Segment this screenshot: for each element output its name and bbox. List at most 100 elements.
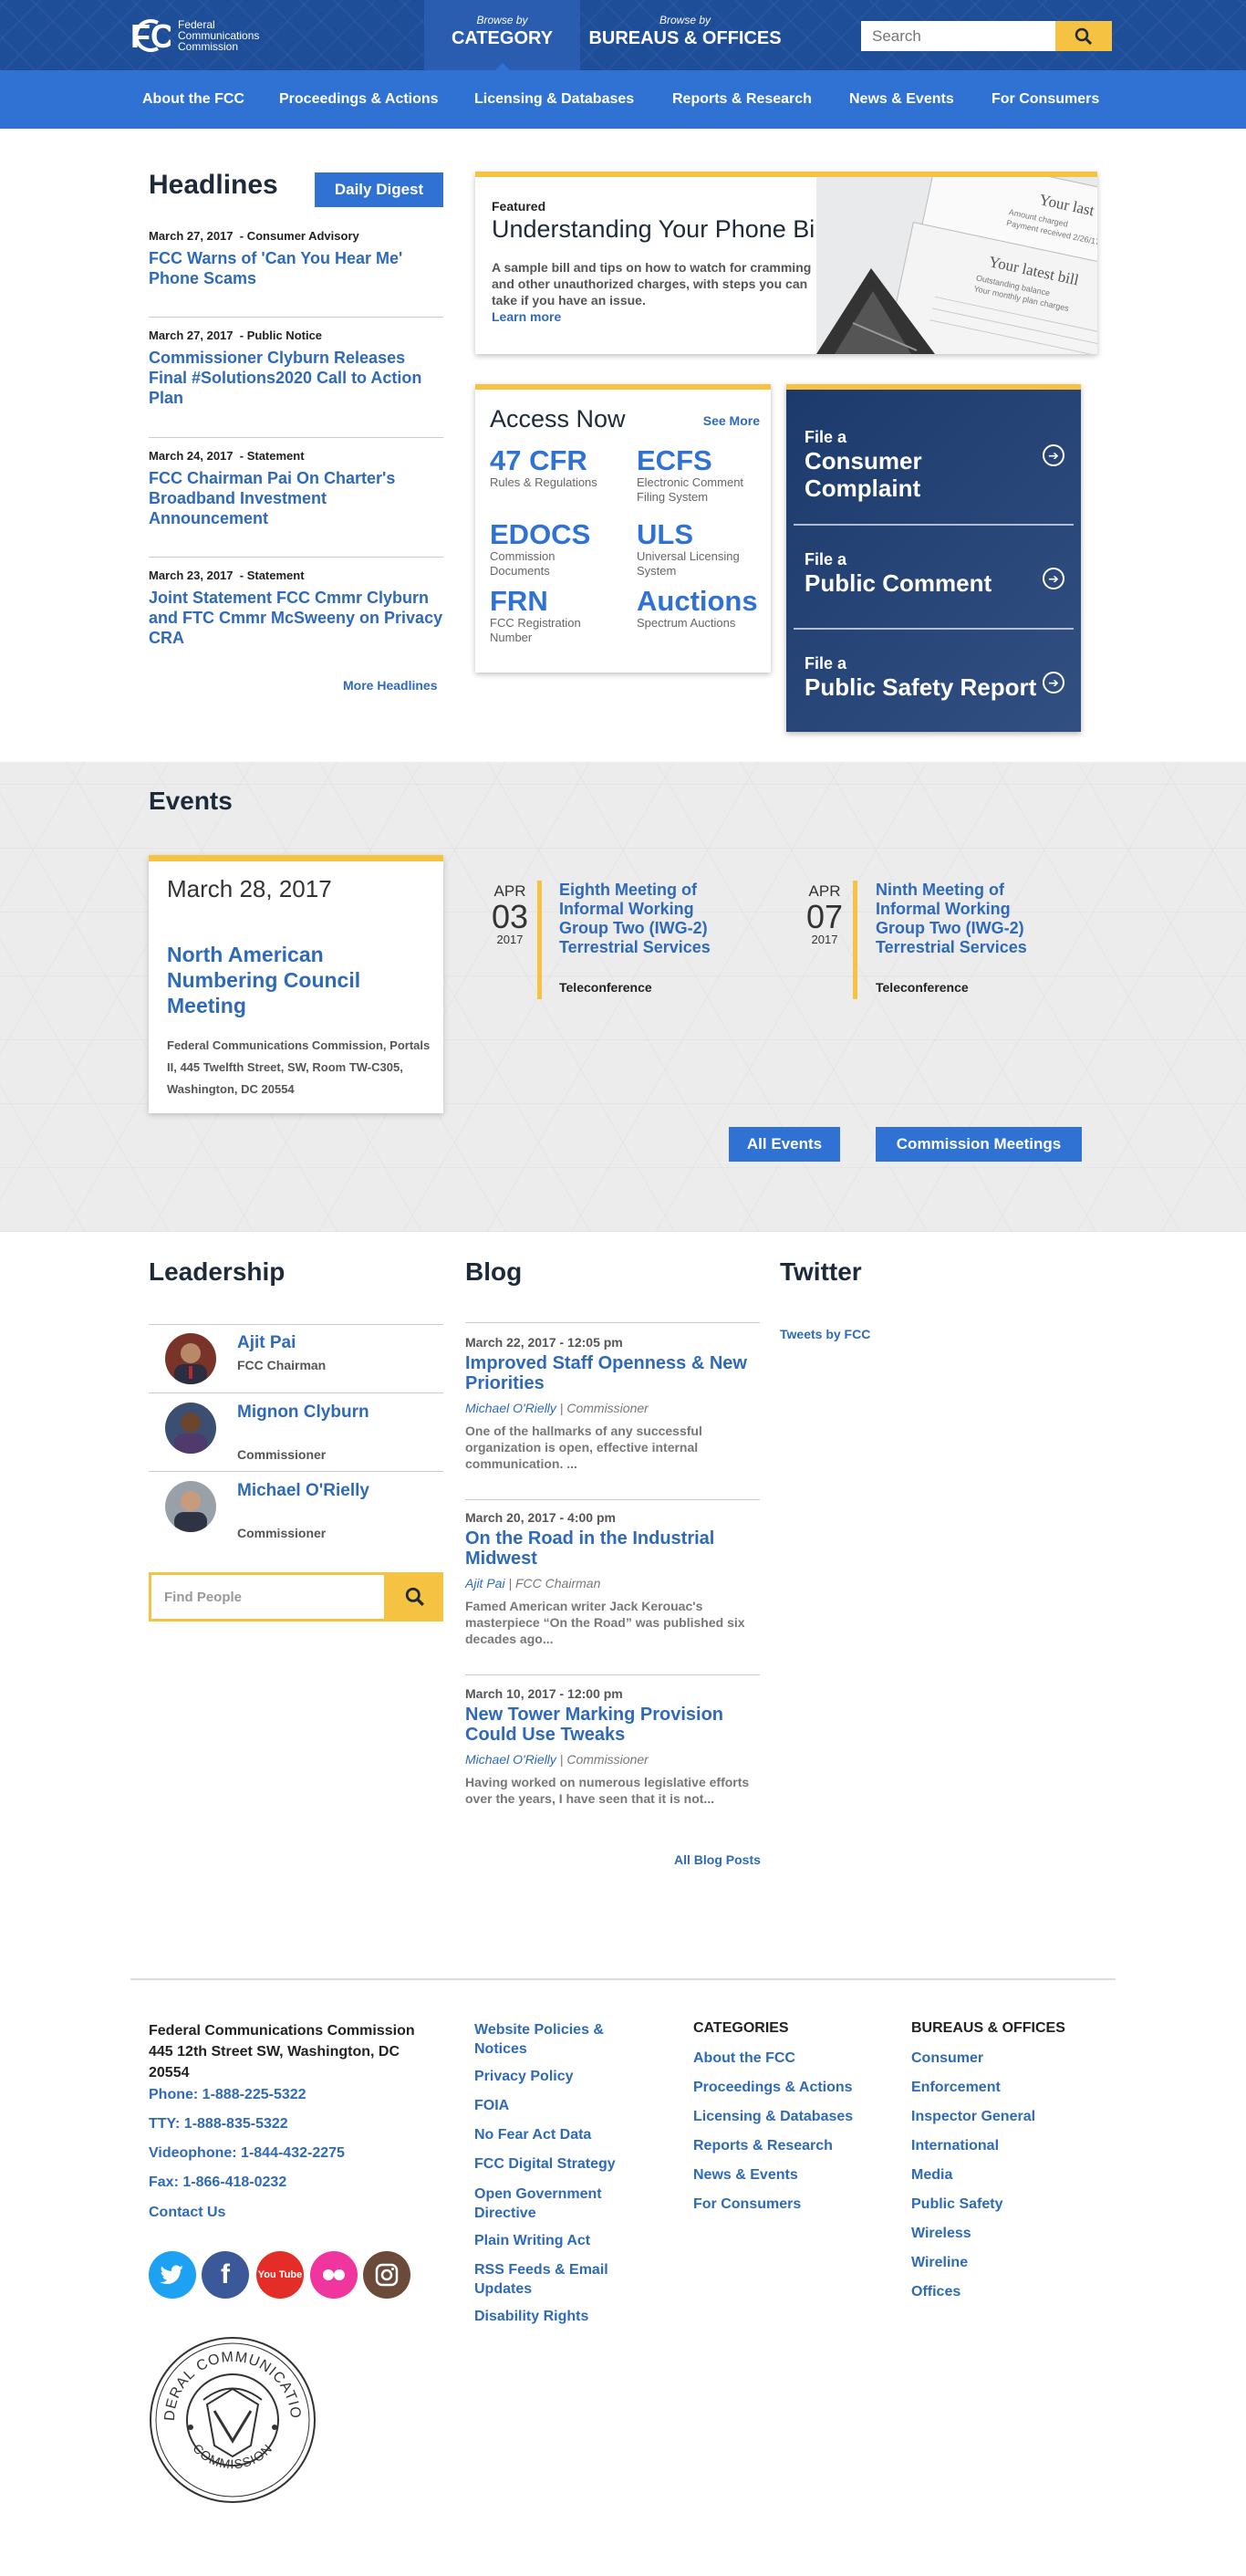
file-consumer-complaint[interactable]: File a Consumer Complaint ➔ — [794, 390, 1074, 517]
blog-post-title[interactable]: Improved Staff Openness & New Priorities — [465, 1353, 760, 1393]
headline-title[interactable]: Joint Statement FCC Cmmr Clyburn and FTC… — [149, 588, 443, 648]
browse-by-bureaus[interactable]: Browse by BUREAUS & OFFICES — [580, 0, 790, 70]
featured-label: Featured — [492, 199, 546, 214]
access-item-frn[interactable]: FRN FCC Registration Number — [490, 587, 599, 645]
footer-bureaus-heading: BUREAUS & OFFICES — [911, 2020, 1065, 2036]
browse-by-category[interactable]: Browse by CATEGORY — [424, 0, 580, 70]
blog-post-title[interactable]: On the Road in the Industrial Midwest — [465, 1528, 760, 1569]
avatar — [165, 1333, 216, 1384]
event-title[interactable]: Eighth Meeting of Informal Working Group… — [559, 881, 742, 957]
footer-link-foia[interactable]: FOIA — [474, 2096, 509, 2115]
headline-item[interactable]: March 23, 2017 - Statement Joint Stateme… — [149, 568, 443, 648]
footer-category-link[interactable]: News & Events — [693, 2165, 798, 2185]
access-item-title: Auctions — [637, 585, 758, 617]
access-item-auctions[interactable]: Auctions Spectrum Auctions — [637, 587, 764, 631]
headline-title[interactable]: Commissioner Clyburn Releases Final #Sol… — [149, 348, 443, 408]
leader-name[interactable]: Michael O'Rielly — [237, 1481, 369, 1501]
headline-item[interactable]: March 24, 2017 - Statement FCC Chairman … — [149, 449, 443, 528]
learn-more-link[interactable]: Learn more — [492, 309, 561, 324]
divider — [149, 1392, 443, 1393]
headline-title[interactable]: FCC Warns of 'Can You Hear Me' Phone Sca… — [149, 248, 443, 288]
footer-link-plain-writing[interactable]: Plain Writing Act — [474, 2231, 590, 2250]
footer-link-privacy[interactable]: Privacy Policy — [474, 2067, 574, 2086]
blog-author-name[interactable]: Michael O'Rielly — [465, 1401, 556, 1415]
access-item-desc: Electronic Comment Filing System — [637, 475, 744, 504]
flickr-icon[interactable] — [310, 2251, 358, 2299]
fcc-logo[interactable]: FC Federal Communications Commission — [130, 17, 259, 55]
headline-item[interactable]: March 27, 2017 - Public Notice Commissio… — [149, 329, 443, 408]
footer-link-disability[interactable]: Disability Rights — [474, 2307, 588, 2326]
instagram-icon[interactable] — [363, 2251, 410, 2299]
footer-bureau-link[interactable]: Wireless — [911, 2224, 971, 2243]
search-input[interactable] — [861, 21, 1055, 51]
event-title[interactable]: Ninth Meeting of Informal Working Group … — [876, 881, 1058, 957]
nav-news[interactable]: News & Events — [849, 91, 954, 108]
blog-post[interactable]: March 10, 2017 - 12:00 pm New Tower Mark… — [465, 1686, 760, 1807]
find-people-button[interactable] — [387, 1572, 443, 1622]
footer-bureau-link[interactable]: Public Safety — [911, 2195, 1002, 2214]
access-item-edocs[interactable]: EDOCS Commission Documents — [490, 520, 590, 579]
blog-post[interactable]: March 20, 2017 - 4:00 pm On the Road in … — [465, 1510, 760, 1647]
headline-item[interactable]: March 27, 2017 - Consumer Advisory FCC W… — [149, 229, 443, 288]
event-featured-card[interactable]: March 28, 2017 North American Numbering … — [149, 855, 443, 1113]
footer-category-link[interactable]: For Consumers — [693, 2195, 801, 2214]
footer-category-link[interactable]: Licensing & Databases — [693, 2107, 853, 2126]
twitter-title: Twitter — [780, 1257, 862, 1286]
search-button[interactable] — [1055, 21, 1112, 51]
footer-link-no-fear[interactable]: No Fear Act Data — [474, 2125, 591, 2144]
footer-bureau-link[interactable]: Wireline — [911, 2253, 968, 2272]
footer-tty[interactable]: TTY: 1-888-835-5322 — [149, 2114, 288, 2133]
footer-phone[interactable]: Phone: 1-888-225-5322 — [149, 2085, 306, 2104]
blog-post[interactable]: March 22, 2017 - 12:05 pm Improved Staff… — [465, 1335, 760, 1472]
footer-bureau-link[interactable]: Consumer — [911, 2049, 983, 2068]
footer-bureau-link[interactable]: Media — [911, 2165, 952, 2185]
footer-category-link[interactable]: Proceedings & Actions — [693, 2078, 853, 2097]
featured-card[interactable]: Featured Understanding Your Phone Bill A… — [475, 172, 1097, 354]
footer-link-website-policies[interactable]: Website Policies & Notices — [474, 2020, 648, 2059]
nav-proceedings[interactable]: Proceedings & Actions — [279, 91, 439, 108]
footer-contact-us[interactable]: Contact Us — [149, 2203, 225, 2222]
access-item-uls[interactable]: ULS Universal Licensing System — [637, 520, 755, 579]
leader-name[interactable]: Mignon Clyburn — [237, 1403, 369, 1423]
daily-digest-button[interactable]: Daily Digest — [315, 172, 443, 207]
footer-category-link[interactable]: About the FCC — [693, 2049, 795, 2068]
file-public-comment[interactable]: File a Public Comment ➔ — [794, 525, 1074, 625]
footer-bureau-link[interactable]: Offices — [911, 2282, 960, 2301]
tweets-by-fcc-link[interactable]: Tweets by FCC — [780, 1327, 870, 1341]
access-item-title: ULS — [637, 518, 693, 550]
twitter-icon[interactable] — [149, 2251, 196, 2299]
footer-bureau-link[interactable]: Enforcement — [911, 2078, 1001, 2097]
footer-category-link[interactable]: Reports & Research — [693, 2136, 833, 2155]
footer-fax[interactable]: Fax: 1-866-418-0232 — [149, 2173, 286, 2192]
youtube-icon[interactable]: You Tube — [256, 2251, 304, 2299]
nav-licensing[interactable]: Licensing & Databases — [474, 91, 634, 108]
commission-meetings-button[interactable]: Commission Meetings — [876, 1127, 1082, 1162]
event-title[interactable]: North American Numbering Council Meeting — [167, 942, 404, 1018]
blog-author-name[interactable]: Michael O'Rielly — [465, 1752, 556, 1767]
blog-author-name[interactable]: Ajit Pai — [465, 1576, 505, 1590]
nav-reports[interactable]: Reports & Research — [672, 91, 812, 108]
blog-post-title[interactable]: New Tower Marking Provision Could Use Tw… — [465, 1705, 760, 1745]
file-panel: File a Consumer Complaint ➔ File a Publi… — [786, 384, 1081, 732]
featured-description: A sample bill and tips on how to watch f… — [492, 260, 812, 308]
find-people-input[interactable]: Find People — [149, 1572, 387, 1622]
file-public-safety-report[interactable]: File a Public Safety Report ➔ — [794, 629, 1074, 732]
nav-about[interactable]: About the FCC — [142, 91, 244, 108]
access-item-ecfs[interactable]: ECFS Electronic Comment Filing System — [637, 446, 746, 505]
all-blog-posts-link[interactable]: All Blog Posts — [674, 1852, 761, 1867]
footer-bureau-link[interactable]: Inspector General — [911, 2107, 1035, 2126]
access-item-47cfr[interactable]: 47 CFR Rules & Regulations — [490, 446, 627, 490]
more-headlines-link[interactable]: More Headlines — [343, 678, 437, 693]
see-more-link[interactable]: See More — [703, 413, 760, 428]
footer-link-open-government[interactable]: Open Government Directive — [474, 2185, 629, 2223]
nav-consumers[interactable]: For Consumers — [992, 91, 1099, 108]
footer-bureau-link[interactable]: International — [911, 2136, 999, 2155]
footer-link-rss[interactable]: RSS Feeds & Email Updates — [474, 2260, 629, 2299]
leader-name[interactable]: Ajit Pai — [237, 1333, 296, 1353]
footer-videophone[interactable]: Videophone: 1-844-432-2275 — [149, 2143, 345, 2163]
headline-title[interactable]: FCC Chairman Pai On Charter's Broadband … — [149, 468, 443, 528]
all-events-button[interactable]: All Events — [729, 1127, 840, 1162]
footer-link-digital-strategy[interactable]: FCC Digital Strategy — [474, 2154, 616, 2174]
facebook-icon[interactable]: f — [202, 2251, 249, 2299]
featured-title[interactable]: Understanding Your Phone Bill — [492, 215, 825, 244]
